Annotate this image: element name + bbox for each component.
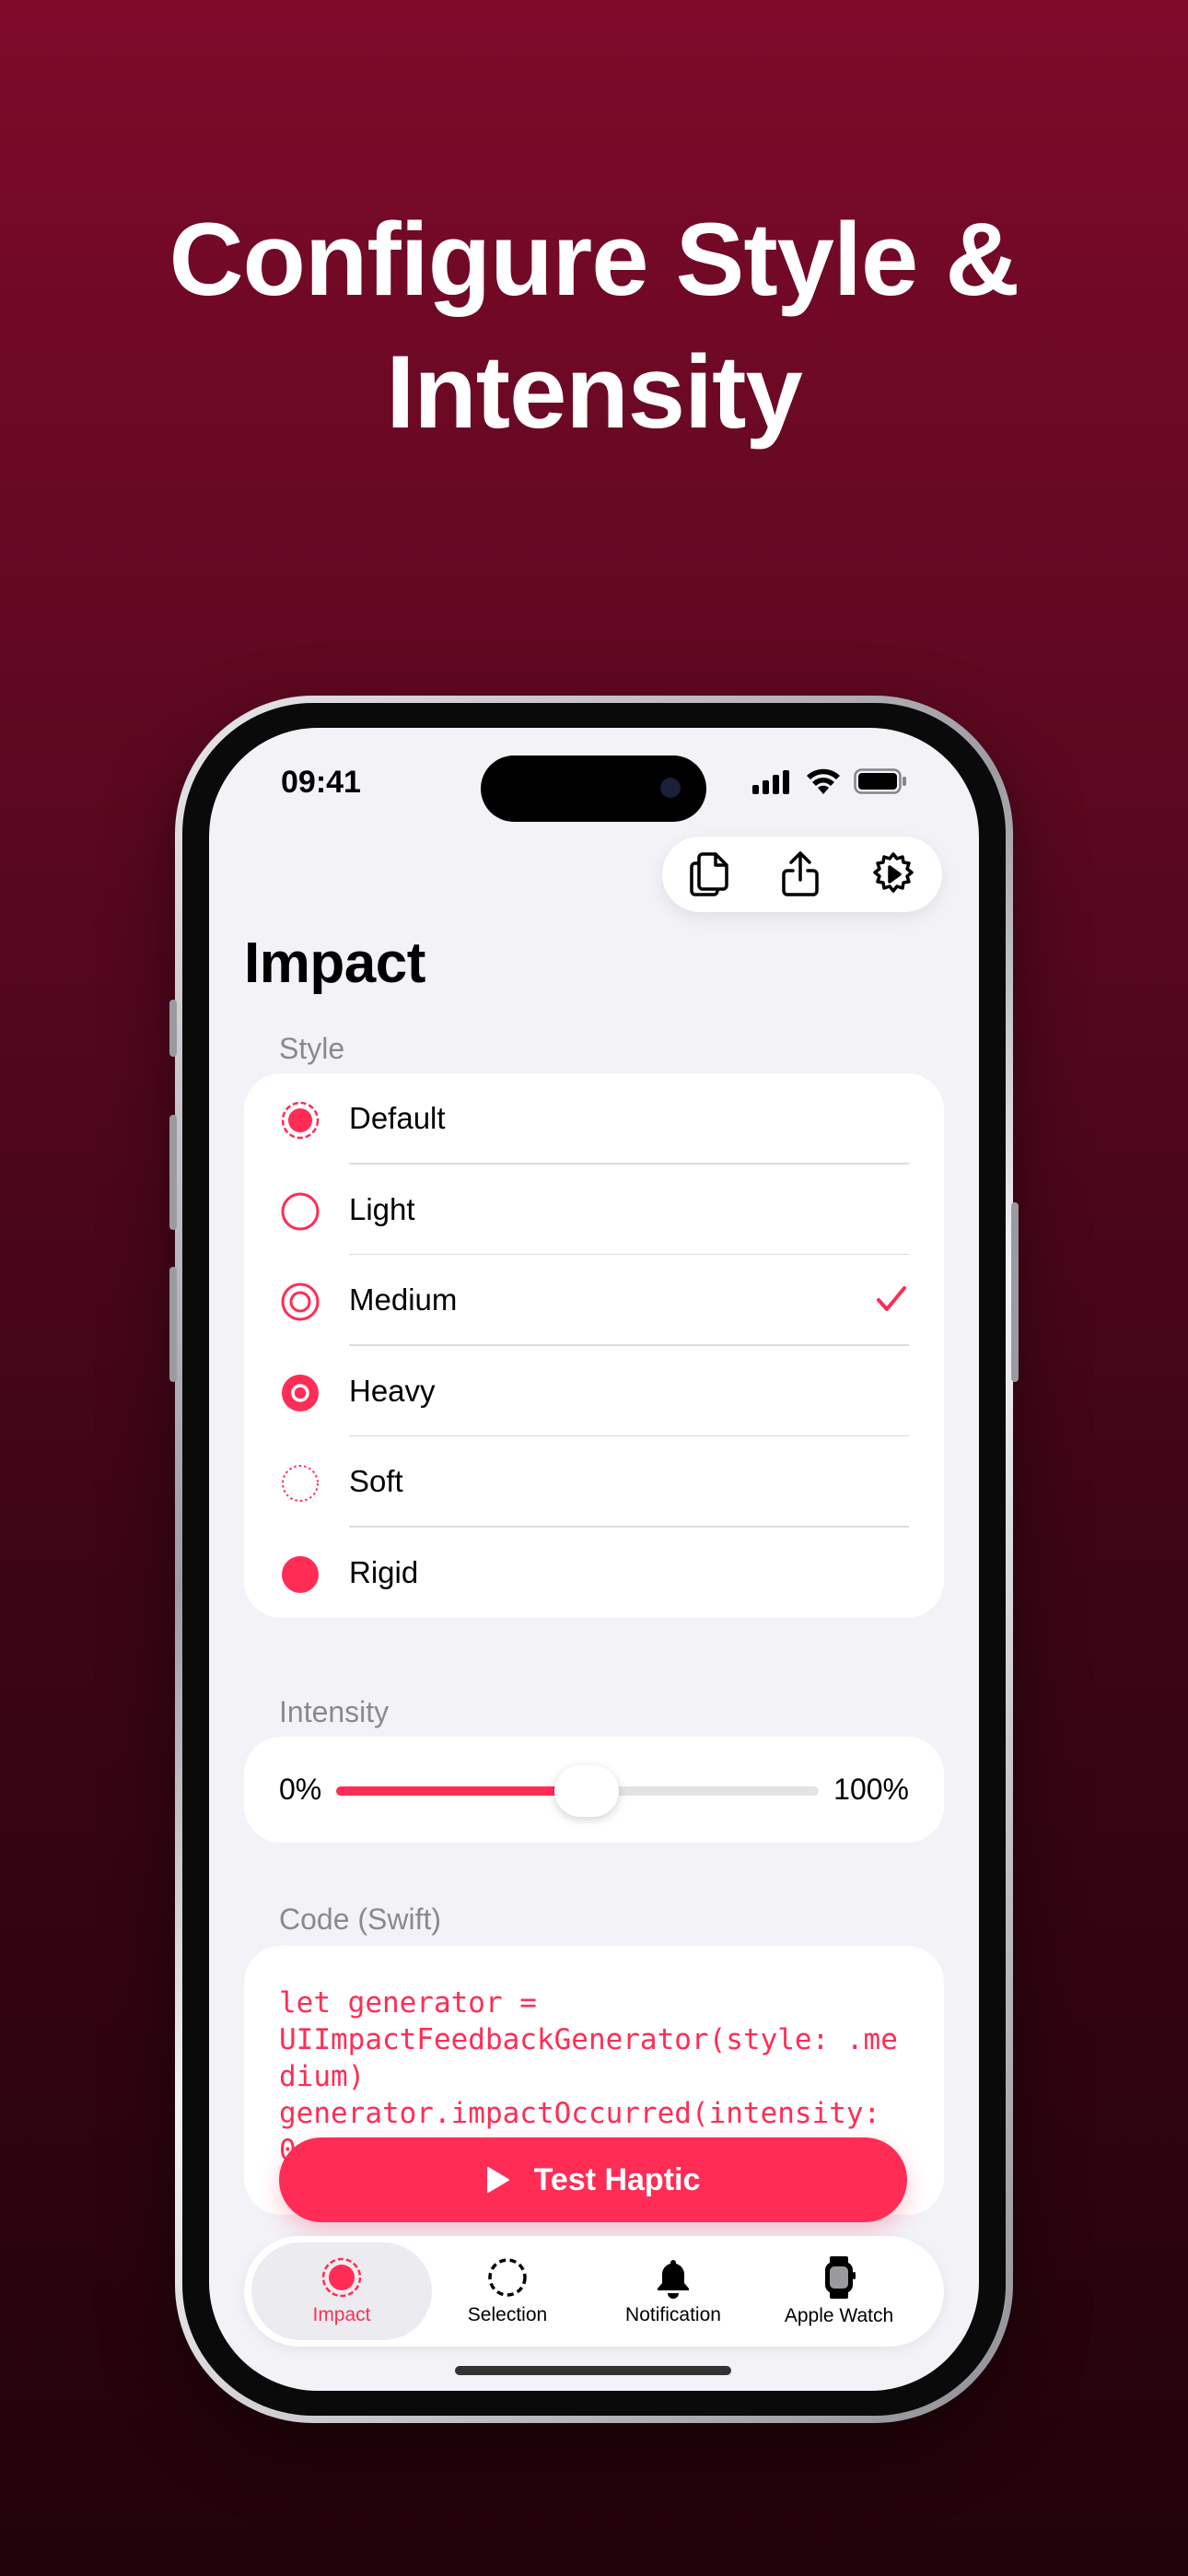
style-option-soft[interactable]: Soft: [244, 1436, 944, 1528]
default-radio-icon: [281, 1101, 320, 1140]
slider-min-label: 0%: [279, 1773, 322, 1806]
style-option-light[interactable]: Light: [244, 1165, 944, 1255]
selection-tab-icon: [488, 2258, 527, 2297]
heavy-radio-icon: [282, 1374, 319, 1411]
watch-icon: [825, 2256, 856, 2299]
light-radio-icon: [281, 1192, 320, 1230]
tab-label: Apple Watch: [784, 2305, 894, 2326]
power-button: [1011, 1202, 1019, 1382]
bell-icon: [658, 2260, 689, 2299]
style-option-label: Medium: [349, 1282, 458, 1317]
style-option-rigid[interactable]: Rigid: [244, 1528, 944, 1619]
style-option-label: Heavy: [349, 1373, 436, 1408]
headline: Configure Style & Intensity: [169, 202, 1020, 450]
code-section-label: Code (Swift): [279, 1903, 442, 1936]
tab-apple-watch[interactable]: Apple Watch: [749, 2242, 929, 2340]
dynamic-island: [481, 755, 706, 822]
tab-label: Impact: [312, 2304, 371, 2325]
tab-impact[interactable]: Impact: [251, 2242, 432, 2340]
impact-tab-icon: [321, 2257, 362, 2298]
cellular-signal-icon: [752, 770, 789, 794]
settings-icon[interactable]: [870, 851, 916, 897]
volume-up-button: [169, 1115, 177, 1230]
action-button: [169, 1000, 177, 1057]
test-haptic-label: Test Haptic: [533, 2161, 701, 2197]
rigid-radio-icon: [282, 1555, 319, 1593]
share-icon[interactable]: [781, 850, 820, 898]
slider-max-label: 100%: [833, 1773, 909, 1806]
style-list: Default Light Medium Heavy Soft Rigid: [244, 1073, 944, 1618]
intensity-section-label: Intensity: [279, 1695, 390, 1728]
volume-down-button: [169, 1267, 177, 1382]
phone-frame: 09:41 Impact Style Default Light Medium …: [169, 696, 1019, 2423]
style-option-label: Default: [349, 1101, 446, 1136]
test-haptic-button[interactable]: Test Haptic: [279, 2137, 907, 2222]
status-icons: [752, 768, 907, 794]
home-indicator: [455, 2366, 731, 2375]
style-option-label: Rigid: [349, 1554, 419, 1589]
medium-radio-icon: [281, 1282, 320, 1321]
page-title: Impact: [244, 931, 425, 995]
intensity-slider[interactable]: [336, 1765, 819, 1817]
style-option-heavy[interactable]: Heavy: [244, 1346, 944, 1436]
play-icon: [486, 2167, 509, 2193]
copy-icon[interactable]: [688, 850, 730, 898]
style-option-medium[interactable]: Medium: [244, 1255, 944, 1346]
tab-bar: Impact Selection Notification Apple Watc…: [244, 2236, 944, 2347]
style-option-default[interactable]: Default: [244, 1073, 944, 1165]
tab-selection[interactable]: Selection: [417, 2242, 598, 2340]
intensity-card: 0% 100%: [244, 1737, 944, 1843]
soft-radio-icon: [282, 1465, 319, 1502]
battery-icon: [854, 768, 906, 794]
checkmark-icon: [877, 1286, 906, 1311]
app-screen: 09:41 Impact Style Default Light Medium …: [209, 728, 979, 2391]
style-option-label: Soft: [349, 1464, 403, 1499]
tab-notification[interactable]: Notification: [583, 2242, 763, 2340]
status-time: 09:41: [281, 765, 361, 800]
slider-fill: [336, 1786, 577, 1796]
wifi-icon: [807, 768, 840, 794]
top-action-bar: [662, 837, 942, 912]
style-section-label: Style: [279, 1032, 345, 1065]
style-option-label: Light: [349, 1191, 415, 1226]
slider-thumb[interactable]: [554, 1765, 619, 1817]
tab-label: Selection: [467, 2304, 548, 2325]
tab-label: Notification: [625, 2304, 721, 2325]
